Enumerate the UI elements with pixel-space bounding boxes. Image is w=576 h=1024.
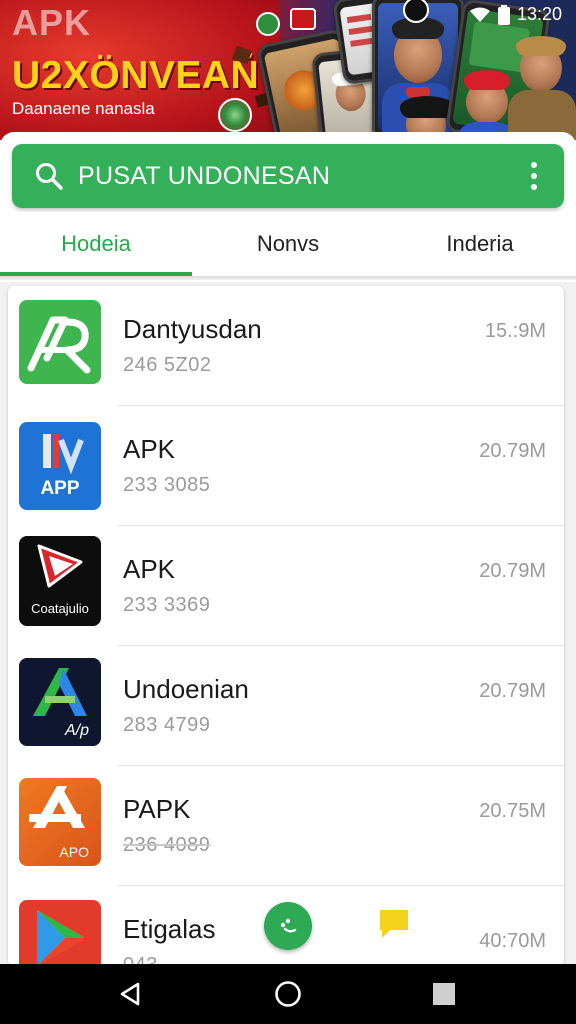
app-name: APK (123, 434, 176, 464)
app-size: 20.75M (479, 800, 546, 822)
app-size: 20.79M (479, 560, 546, 582)
tab-divider (0, 276, 576, 280)
tab-bar: Hodeia Nonvs Inderia (0, 212, 576, 276)
wifi-icon (469, 7, 490, 22)
list-item[interactable]: APP APK 233 3085 20.79M (8, 406, 564, 526)
tab-nonvs[interactable]: Nonvs (192, 212, 384, 276)
app-icon (19, 300, 101, 384)
app-meta: 283 4799 (123, 714, 211, 736)
promo-banner[interactable]: APK U2XÖNVEAÑ Daanaene nanasla 13:20 (0, 0, 576, 140)
status-bar: 13:20 (469, 4, 562, 25)
recents-square-icon[interactable] (428, 978, 460, 1010)
app-meta: 246 5Z02 (123, 354, 212, 376)
app-size: 20.79M (479, 440, 546, 462)
app-icon-label: A/p (64, 722, 89, 739)
status-time: 13:20 (516, 4, 562, 24)
app-meta: 233 3085 (123, 474, 211, 496)
app-size: 40:70M (479, 930, 546, 952)
banner-headline: U2XÖNVEAÑ (12, 54, 260, 97)
app-name: Dantyusdan (123, 314, 262, 344)
play-store-icon (37, 910, 85, 966)
app-icon: A/p (19, 658, 101, 746)
chat-icon[interactable] (376, 906, 412, 942)
app-meta: 236 4089 (123, 834, 211, 856)
app-name: APK (123, 554, 176, 584)
app-size: 20.79M (479, 680, 546, 702)
banner-watermark: APK (12, 2, 92, 43)
play-logo-icon (37, 544, 83, 588)
app-v-logo-icon (43, 434, 84, 475)
ar-logo-icon (27, 316, 91, 374)
list-item[interactable]: APO PAPK 236 4089 20.75M (8, 766, 564, 886)
search-bar[interactable]: PUSAT UNDONESAN (12, 144, 564, 208)
person-illustration (400, 96, 454, 118)
app-icon (19, 900, 101, 966)
app-name: PAPK (123, 794, 191, 824)
tab-hodeia[interactable]: Hodeia (0, 212, 192, 276)
more-vert-icon[interactable] (514, 156, 554, 196)
app-list: Dantyusdan 246 5Z02 15.:9M APP APK 233 3… (8, 286, 564, 966)
app-size: 15.:9M (484, 320, 546, 342)
badge-icon (218, 98, 252, 132)
app-icon-label: Coatajulio (31, 601, 89, 616)
banner-subtitle: Daanaene nanasla (12, 99, 155, 118)
puzzle-icon (280, 918, 297, 933)
tab-inderia[interactable]: Inderia (384, 212, 576, 276)
app-icon-label: APO (59, 844, 89, 860)
search-query[interactable]: PUSAT UNDONESAN (78, 162, 514, 191)
app-icon-label: APP (40, 478, 80, 499)
a-logo-icon (33, 668, 87, 716)
list-item[interactable]: A/p Undoenian 283 4799 20.79M (8, 646, 564, 766)
app-name: Undoenian (123, 674, 249, 704)
person-illustration (516, 36, 566, 56)
badge-icon (290, 8, 316, 30)
app-meta: 233 3369 (123, 594, 211, 616)
back-triangle-icon[interactable] (114, 978, 146, 1010)
fab-button[interactable] (264, 902, 312, 950)
app-icon: APO (19, 778, 101, 866)
system-nav-bar (0, 964, 576, 1024)
home-circle-icon[interactable] (272, 978, 304, 1010)
person-illustration (464, 70, 510, 90)
app-icon: APP (19, 422, 101, 510)
battery-icon (497, 4, 510, 25)
a-logo-icon (29, 786, 85, 828)
app-name: Etigalas (123, 914, 216, 944)
badge-icon (256, 12, 280, 36)
list-item[interactable]: Coatajulio APK 233 3369 20.79M (8, 526, 564, 646)
list-item[interactable]: Dantyusdan 246 5Z02 15.:9M (8, 286, 564, 406)
app-icon: Coatajulio (19, 536, 101, 626)
search-icon[interactable] (34, 161, 64, 191)
